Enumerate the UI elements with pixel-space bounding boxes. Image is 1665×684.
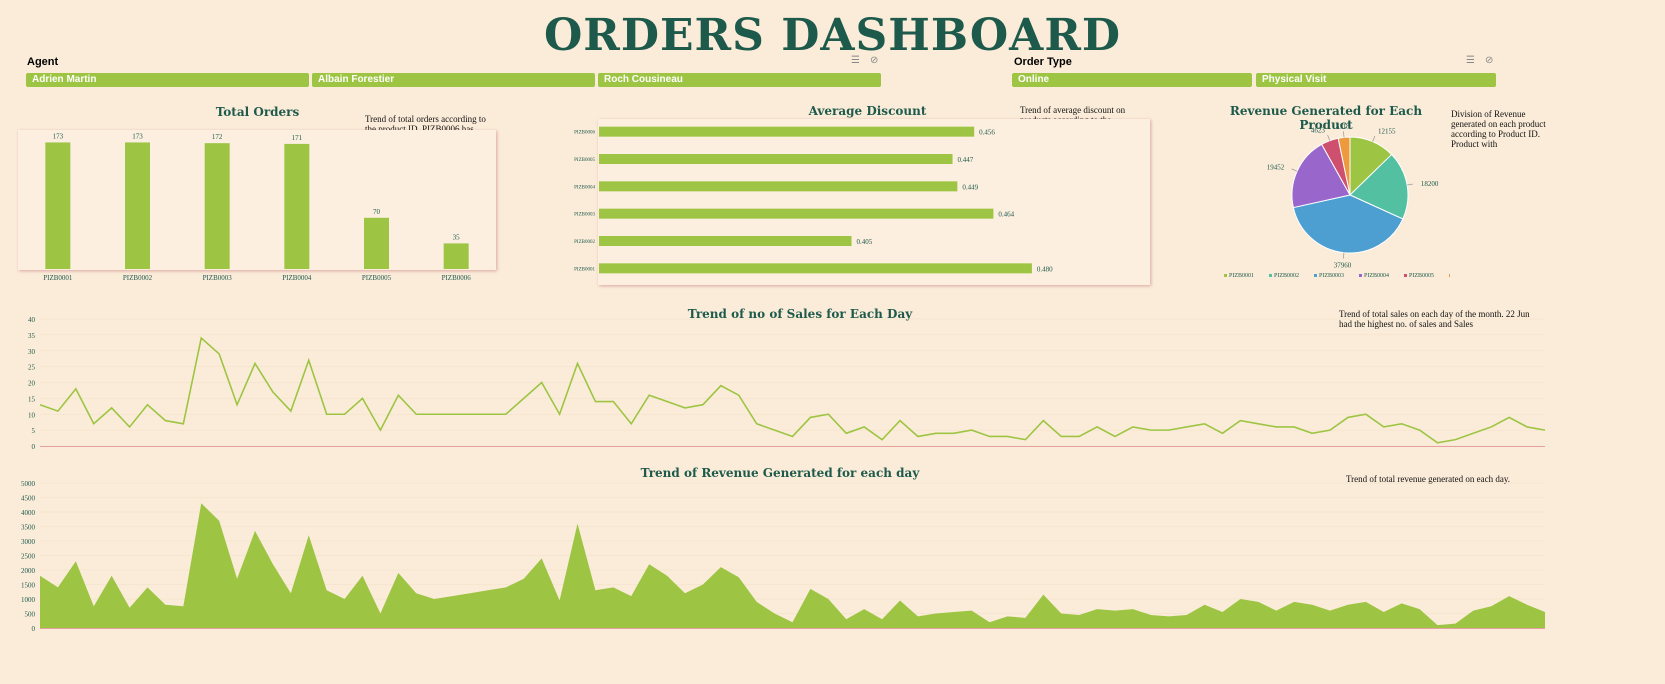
area-series bbox=[40, 503, 1545, 628]
bar bbox=[204, 143, 230, 269]
legend-swatch bbox=[1359, 274, 1362, 277]
tick-label: PIZB0005 bbox=[362, 274, 392, 282]
total-orders-chart: 173 PIZB0001 173 PIZB0002 172 PIZB0003 171 PIZB… bbox=[43, 132, 472, 282]
legend-swatch bbox=[1314, 274, 1317, 277]
tick-label: PIZB0001 bbox=[43, 274, 73, 282]
tick-label: 2000 bbox=[21, 567, 36, 575]
tick-label: 0 bbox=[32, 443, 36, 451]
tick-label: PIZB0003 bbox=[574, 213, 595, 218]
multi-select-icon[interactable]: ☰ bbox=[1466, 55, 1475, 66]
revenue-trend-area-chart: 0 500 1000 1500 2000 2500 3000 3500 4000 4500 5000 bbox=[21, 480, 1545, 633]
tick-label: 0 bbox=[32, 625, 36, 633]
multi-select-icon[interactable]: ☰ bbox=[851, 55, 860, 66]
tick-label: 1500 bbox=[21, 582, 36, 590]
legend-swatch bbox=[1449, 274, 1450, 277]
data-label: 172 bbox=[212, 133, 223, 141]
leader-line bbox=[1372, 135, 1376, 142]
tick-label: 10 bbox=[28, 411, 36, 419]
bar bbox=[599, 236, 852, 246]
tick-label: 2500 bbox=[21, 553, 36, 561]
legend-label: PIZB0005 bbox=[1409, 273, 1434, 279]
tick-label: PIZB0004 bbox=[574, 185, 595, 190]
data-label: 18200 bbox=[1421, 180, 1439, 188]
tick-label: 5000 bbox=[21, 480, 36, 488]
leader-line bbox=[1291, 168, 1298, 172]
bar bbox=[599, 208, 994, 219]
agent-option-roch-cousineau[interactable]: Roch Cousineau bbox=[598, 73, 881, 87]
bar bbox=[599, 126, 975, 137]
sales-trend-line-chart: 0 5 10 15 20 25 30 35 40 bbox=[28, 316, 1546, 451]
bar bbox=[599, 181, 958, 192]
data-label: 3118 bbox=[1336, 122, 1350, 130]
tick-label: PIZB0005 bbox=[574, 158, 595, 163]
legend-label: PIZB0001 bbox=[1229, 273, 1254, 279]
tick-label: 25 bbox=[28, 364, 36, 372]
line-series bbox=[39, 336, 1546, 444]
data-label: 4623 bbox=[1311, 126, 1326, 134]
data-label: 0.405 bbox=[857, 238, 873, 246]
tick-label: 15 bbox=[28, 395, 36, 403]
tick-label: PIZB0003 bbox=[203, 274, 233, 282]
tick-label: PIZB0001 bbox=[574, 267, 595, 272]
tick-label: 3000 bbox=[21, 538, 36, 546]
legend-label: PIZB0004 bbox=[1364, 273, 1389, 279]
bar bbox=[45, 142, 71, 269]
bar bbox=[599, 154, 953, 164]
data-label: 173 bbox=[132, 132, 143, 140]
revenue-product-pie-chart: 12155 18200 37960 19452 4623 3118 PIZB0001 PIZB… bbox=[1224, 122, 1450, 279]
legend-swatch bbox=[1404, 274, 1407, 277]
tick-label: 40 bbox=[28, 316, 36, 324]
leader-line bbox=[1407, 183, 1414, 186]
data-label: 0.449 bbox=[962, 183, 978, 191]
leader-line bbox=[1327, 134, 1331, 141]
order-type-option-online[interactable]: Online bbox=[1012, 73, 1252, 87]
tick-label: PIZB0006 bbox=[574, 131, 595, 136]
leader-line bbox=[1343, 252, 1345, 259]
data-label: 12155 bbox=[1378, 128, 1396, 136]
data-label: 0.480 bbox=[1037, 265, 1053, 273]
clear-filter-icon[interactable]: ⊘ bbox=[870, 55, 878, 66]
average-discount-chart: 0.456 PIZB0006 0.447 PIZB0005 0.449 PIZB0004 0… bbox=[574, 126, 1053, 274]
tick-label: 20 bbox=[28, 380, 36, 388]
data-label: 19452 bbox=[1267, 163, 1285, 171]
bar bbox=[125, 142, 150, 269]
bar bbox=[443, 243, 469, 269]
tick-label: PIZB0004 bbox=[282, 274, 312, 282]
data-label: 35 bbox=[453, 233, 461, 241]
tick-label: 3500 bbox=[21, 524, 36, 532]
clear-filter-icon[interactable]: ⊘ bbox=[1485, 55, 1493, 66]
legend-swatch bbox=[1269, 274, 1272, 277]
tick-label: PIZB0006 bbox=[442, 274, 472, 282]
tick-label: 1000 bbox=[21, 596, 36, 604]
tick-label: 5 bbox=[32, 427, 36, 435]
bar bbox=[284, 143, 310, 269]
bar bbox=[599, 263, 1032, 274]
order-type-slicer-label: Order Type bbox=[1014, 56, 1072, 68]
revenue-product-note: Division of Revenue generated on each pr… bbox=[1451, 109, 1546, 149]
data-label: 0.456 bbox=[979, 129, 995, 137]
order-type-option-physical-visit[interactable]: Physical Visit bbox=[1256, 73, 1496, 87]
tick-label: 4000 bbox=[21, 509, 36, 517]
data-label: 37960 bbox=[1334, 262, 1352, 270]
data-label: 70 bbox=[373, 208, 381, 216]
data-label: 0.447 bbox=[958, 156, 974, 164]
legend-swatch bbox=[1224, 274, 1227, 277]
tick-label: 30 bbox=[28, 348, 36, 356]
tick-label: 500 bbox=[25, 611, 36, 619]
tick-label: 35 bbox=[28, 332, 36, 340]
data-label: 0.464 bbox=[998, 211, 1014, 219]
data-label: 173 bbox=[53, 132, 64, 140]
tick-label: 4500 bbox=[21, 495, 36, 503]
leader-line bbox=[1343, 131, 1345, 138]
data-label: 171 bbox=[292, 134, 303, 142]
tick-label: PIZB0002 bbox=[574, 240, 595, 245]
legend-label: PIZB0003 bbox=[1319, 273, 1344, 279]
bar bbox=[364, 217, 389, 269]
tick-label: PIZB0002 bbox=[123, 274, 153, 282]
legend-label: PIZB0002 bbox=[1274, 273, 1299, 279]
